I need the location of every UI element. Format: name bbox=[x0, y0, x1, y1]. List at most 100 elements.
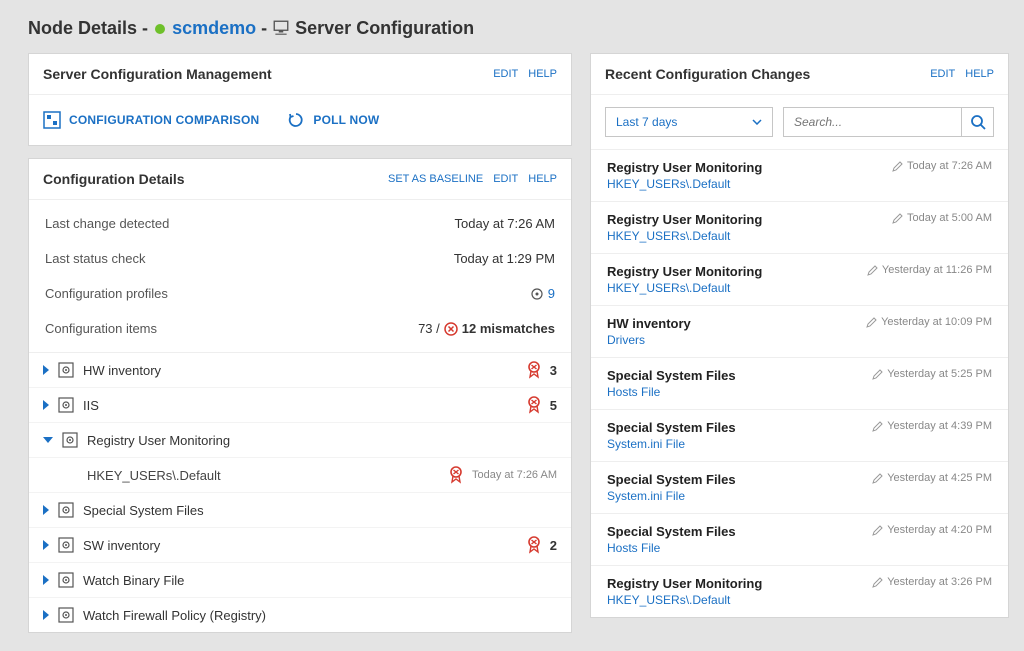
scm-panel: Server Configuration Management EDIT HEL… bbox=[28, 53, 572, 146]
config-tree: HW inventory3 IIS 5 Registry User Monitorin… bbox=[29, 352, 571, 632]
change-title: Registry User Monitoring bbox=[607, 212, 892, 227]
details-panel-title: Configuration Details bbox=[43, 171, 388, 187]
set-baseline-link[interactable]: SET AS BASELINE bbox=[388, 173, 483, 185]
change-title: Registry User Monitoring bbox=[607, 264, 867, 279]
change-row[interactable]: Special System Files Hosts FileYesterday … bbox=[591, 514, 1008, 566]
tree-label: Watch Firewall Policy (Registry) bbox=[83, 608, 557, 623]
search-wrap bbox=[783, 107, 994, 137]
change-row[interactable]: Special System Files Hosts FileYesterday … bbox=[591, 358, 1008, 410]
changes-list: Registry User Monitoring HKEY_USERs\.Defa… bbox=[591, 150, 1008, 617]
tree-label: HW inventory bbox=[83, 363, 518, 378]
change-time: Yesterday at 3:26 PM bbox=[872, 576, 992, 588]
change-time: Yesterday at 4:20 PM bbox=[872, 524, 992, 536]
title-prefix: Node Details bbox=[28, 18, 137, 38]
pencil-icon bbox=[892, 213, 903, 224]
time-range-dropdown[interactable]: Last 7 days bbox=[605, 107, 773, 137]
changes-panel-title: Recent Configuration Changes bbox=[605, 66, 930, 82]
change-row[interactable]: Registry User MonitoringHKEY_USERs\.Defa… bbox=[591, 566, 1008, 617]
change-sublink[interactable]: HKEY_USERs\.Default bbox=[607, 229, 892, 243]
mismatch-count: 2 bbox=[550, 538, 557, 553]
change-sublink[interactable]: HKEY_USERs\.Default bbox=[607, 281, 867, 295]
help-link[interactable]: HELP bbox=[528, 68, 557, 80]
pencil-icon bbox=[867, 265, 878, 276]
server-icon bbox=[272, 19, 290, 37]
tree-label: IIS bbox=[83, 398, 518, 413]
poll-now-button[interactable]: POLL NOW bbox=[287, 111, 379, 129]
change-time: Yesterday at 4:39 PM bbox=[872, 420, 992, 432]
change-row[interactable]: Registry User MonitoringHKEY_USERs\.Defa… bbox=[591, 150, 1008, 202]
profile-icon bbox=[61, 431, 79, 449]
chevron-down-icon bbox=[752, 119, 762, 125]
change-sublink[interactable]: HKEY_USERs\.Default bbox=[607, 177, 892, 191]
change-time: Yesterday at 5:25 PM bbox=[872, 368, 992, 380]
change-row[interactable]: Special System FilesSystem.ini FileYeste… bbox=[591, 462, 1008, 514]
profiles-link[interactable]: 9 bbox=[548, 286, 555, 301]
caret-right-icon bbox=[43, 610, 49, 620]
tree-label: SW inventory bbox=[83, 538, 518, 553]
pencil-icon bbox=[892, 161, 903, 172]
tree-label: Registry User Monitoring bbox=[87, 433, 557, 448]
change-time: Today at 5:00 AM bbox=[892, 212, 992, 224]
change-sublink[interactable]: Drivers bbox=[607, 333, 866, 347]
profile-icon bbox=[57, 571, 75, 589]
tree-label: Watch Binary File bbox=[83, 573, 557, 588]
mismatch-count: 5 bbox=[550, 398, 557, 413]
profile-icon bbox=[57, 361, 75, 379]
refresh-icon bbox=[287, 111, 305, 129]
node-link[interactable]: scmdemo bbox=[172, 18, 256, 38]
change-sublink[interactable]: HKEY_USERs\.Default bbox=[607, 593, 872, 607]
change-time: Today at 7:26 AM bbox=[892, 160, 992, 172]
tree-row[interactable]: Registry User Monitoring bbox=[29, 422, 571, 457]
help-link[interactable]: HELP bbox=[528, 173, 557, 185]
search-input[interactable] bbox=[784, 115, 961, 129]
last-change-row: Last change detected Today at 7:26 AM bbox=[29, 206, 571, 241]
edit-link[interactable]: EDIT bbox=[930, 68, 955, 80]
change-row[interactable]: Registry User Monitoring HKEY_USERs\.Defa… bbox=[591, 254, 1008, 306]
change-time: Yesterday at 10:09 PM bbox=[866, 316, 992, 328]
change-row[interactable]: HW inventory DriversYesterday at 10:09 PM bbox=[591, 306, 1008, 358]
pencil-icon bbox=[872, 577, 883, 588]
pencil-icon bbox=[866, 317, 877, 328]
mismatch-icon bbox=[444, 322, 458, 336]
change-row[interactable]: Registry User Monitoring HKEY_USERs\.Defa… bbox=[591, 202, 1008, 254]
change-row[interactable]: Special System FilesSystem.ini FileYeste… bbox=[591, 410, 1008, 462]
help-link[interactable]: HELP bbox=[965, 68, 994, 80]
change-title: HW inventory bbox=[607, 316, 866, 331]
change-sublink[interactable]: System.ini File bbox=[607, 437, 872, 451]
edit-link[interactable]: EDIT bbox=[493, 68, 518, 80]
last-status-row: Last status check Today at 1:29 PM bbox=[29, 241, 571, 276]
change-sublink[interactable]: Hosts File bbox=[607, 385, 872, 399]
tree-child-label: HKEY_USERs\.Default bbox=[87, 468, 440, 483]
change-title: Special System Files bbox=[607, 368, 872, 383]
edit-link[interactable]: EDIT bbox=[493, 173, 518, 185]
tree-row[interactable]: Special System Files bbox=[29, 492, 571, 527]
mismatch-badge-icon bbox=[526, 536, 542, 554]
caret-right-icon bbox=[43, 365, 49, 375]
tree-child-row[interactable]: HKEY_USERs\.DefaultToday at 7:26 AM bbox=[29, 457, 571, 492]
title-suffix: Server Configuration bbox=[295, 18, 474, 38]
tree-row[interactable]: IIS 5 bbox=[29, 387, 571, 422]
pencil-icon bbox=[872, 369, 883, 380]
config-comparison-button[interactable]: CONFIGURATION COMPARISON bbox=[43, 111, 259, 129]
search-button[interactable] bbox=[961, 108, 993, 136]
change-sublink[interactable]: Hosts File bbox=[607, 541, 872, 555]
mismatch-badge-icon bbox=[526, 396, 542, 414]
scm-panel-title: Server Configuration Management bbox=[43, 66, 493, 82]
change-title: Special System Files bbox=[607, 472, 872, 487]
pencil-icon bbox=[872, 525, 883, 536]
caret-right-icon bbox=[43, 505, 49, 515]
change-sublink[interactable]: System.ini File bbox=[607, 489, 872, 503]
tree-row[interactable]: Watch Binary File bbox=[29, 562, 571, 597]
profile-icon bbox=[57, 606, 75, 624]
pencil-icon bbox=[872, 421, 883, 432]
profile-icon bbox=[57, 536, 75, 554]
change-title: Special System Files bbox=[607, 524, 872, 539]
caret-right-icon bbox=[43, 575, 49, 585]
tree-row[interactable]: Watch Firewall Policy (Registry) bbox=[29, 597, 571, 632]
tree-row[interactable]: SW inventory 2 bbox=[29, 527, 571, 562]
caret-right-icon bbox=[43, 400, 49, 410]
tree-row[interactable]: HW inventory3 bbox=[29, 353, 571, 387]
change-time: Yesterday at 11:26 PM bbox=[867, 264, 992, 276]
mismatch-badge-icon bbox=[448, 466, 464, 484]
items-row: Configuration items 73 / 12 mismatches bbox=[29, 311, 571, 346]
